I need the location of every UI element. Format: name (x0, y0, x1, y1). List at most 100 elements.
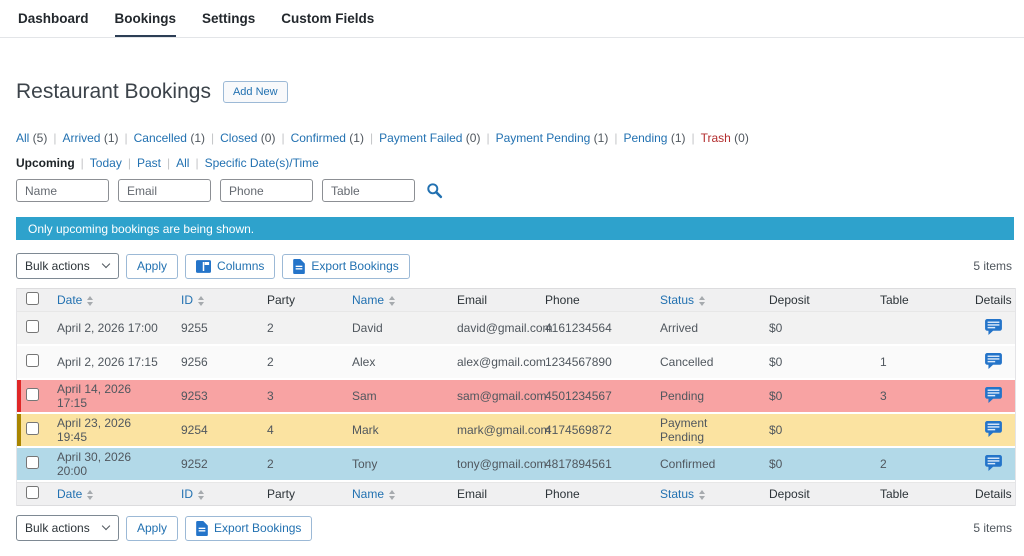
column-header-id[interactable]: ID (171, 482, 257, 506)
status-filter-count: (1) (667, 131, 686, 145)
details-comment-icon[interactable] (985, 352, 1002, 369)
search-button[interactable] (424, 182, 445, 199)
column-header-name[interactable]: Name (342, 288, 447, 312)
view-filter-today[interactable]: Today (90, 156, 122, 170)
nav-tab-custom-fields[interactable]: Custom Fields (281, 11, 374, 37)
search-icon (426, 182, 443, 199)
cell-email: tony@gmail.com (447, 448, 547, 482)
status-filter-payment-pending[interactable]: Payment Pending (1) (496, 131, 609, 145)
sort-asc-icon (699, 489, 706, 494)
apply-button[interactable]: Apply (126, 253, 179, 279)
column-header-email: Email (447, 482, 535, 506)
column-header-name[interactable]: Name (342, 482, 447, 506)
export-bookings-button-bottom[interactable]: Export Bookings (185, 515, 313, 541)
view-filter-upcoming[interactable]: Upcoming (16, 156, 75, 170)
cell-deposit: $0 (759, 380, 870, 414)
view-filter-past[interactable]: Past (137, 156, 161, 170)
apply-button-bottom[interactable]: Apply (126, 515, 179, 541)
row-select-checkbox[interactable] (26, 422, 39, 435)
column-header-label: Date (57, 487, 83, 501)
table-body: April 2, 2026 17:00 9255 2 David david@gmail… (17, 312, 1015, 482)
nav-tab-bookings[interactable]: Bookings (114, 11, 177, 37)
booking-row: April 2, 2026 17:15 9256 2 Alex alex@gmail.c… (17, 346, 1015, 380)
details-comment-icon[interactable] (985, 318, 1002, 335)
column-header-party: Party (257, 482, 342, 506)
sort-asc-icon (87, 489, 94, 494)
cell-deposit: $0 (759, 414, 870, 448)
details-comment-icon[interactable] (985, 420, 1002, 437)
sort-desc-icon (198, 301, 204, 306)
items-count-bottom: 5 items (973, 521, 1012, 535)
cell-status: Cancelled (650, 346, 759, 380)
column-header-table: Table (870, 482, 965, 506)
column-header-status[interactable]: Status (650, 482, 759, 506)
status-filter-label: All (16, 131, 30, 145)
table-filter-input[interactable] (322, 179, 415, 202)
status-filter-label: Payment Failed (379, 131, 463, 145)
column-header-label: Party (267, 293, 296, 307)
status-filter-count: (1) (345, 131, 364, 145)
cell-id: 9255 (171, 312, 257, 346)
view-filter-specific-date-s-time[interactable]: Specific Date(s)/Time (205, 156, 319, 170)
status-filter-all[interactable]: All (5) (16, 131, 47, 145)
booking-row: April 23, 2026 19:45 9254 4 Mark mark@gmail.… (17, 414, 1015, 448)
cell-party: 2 (257, 448, 342, 482)
column-header-id[interactable]: ID (171, 288, 257, 312)
email-filter-input[interactable] (118, 179, 211, 202)
sort-desc-icon (699, 495, 706, 500)
add-new-button[interactable]: Add New (222, 81, 288, 103)
column-header-label: Email (457, 293, 488, 307)
separator: | (281, 131, 285, 145)
phone-filter-input[interactable] (220, 179, 313, 202)
status-filter-cancelled[interactable]: Cancelled (1) (134, 131, 205, 145)
status-filter-closed[interactable]: Closed (0) (220, 131, 275, 145)
bulk-actions-select[interactable]: Bulk actions (16, 253, 119, 279)
toolbar-top: Bulk actions Apply Columns Export Bookin… (16, 253, 1014, 279)
column-header-details: Details (965, 482, 1015, 506)
status-filter-pending[interactable]: Pending (1) (623, 131, 685, 145)
column-header-date[interactable]: Date (47, 288, 171, 312)
select-all-checkbox[interactable] (26, 486, 39, 499)
view-filter-all[interactable]: All (176, 156, 189, 170)
column-header-date[interactable]: Date (47, 482, 171, 506)
row-select-cell (17, 346, 47, 380)
column-header-status[interactable]: Status (650, 288, 759, 312)
cell-table: 3 (870, 380, 965, 414)
sort-arrows-icon (198, 295, 204, 306)
bookings-page: Dashboard Bookings Settings Custom Fields R… (0, 0, 1024, 541)
cell-deposit: $0 (759, 312, 870, 346)
details-comment-icon[interactable] (985, 386, 1002, 403)
status-filter-confirmed[interactable]: Confirmed (1) (291, 131, 364, 145)
status-filter-trash[interactable]: Trash (0) (701, 131, 749, 145)
columns-button[interactable]: Columns (185, 253, 276, 279)
sort-asc-icon (699, 295, 706, 300)
name-filter-input[interactable] (16, 179, 109, 202)
cell-name: Sam (342, 380, 447, 414)
export-bookings-button[interactable]: Export Bookings (282, 253, 410, 279)
status-filter-payment-failed[interactable]: Payment Failed (0) (379, 131, 480, 145)
cell-party: 2 (257, 346, 342, 380)
status-filter-label: Cancelled (133, 131, 187, 145)
row-select-checkbox[interactable] (26, 456, 39, 469)
nav-tab-settings[interactable]: Settings (202, 11, 255, 37)
column-header-deposit: Deposit (759, 288, 870, 312)
header-row-bottom: Date ID Party Name Email Phone Status Deposit Ta… (17, 482, 1015, 506)
nav-tab-dashboard[interactable]: Dashboard (18, 11, 89, 37)
column-header-label: Date (57, 293, 83, 307)
row-select-checkbox[interactable] (26, 388, 39, 401)
bulk-actions-select-bottom[interactable]: Bulk actions (16, 515, 119, 541)
details-comment-icon[interactable] (985, 454, 1002, 471)
status-filter-arrived[interactable]: Arrived (1) (62, 131, 118, 145)
row-select-checkbox[interactable] (26, 320, 39, 333)
sort-desc-icon (389, 495, 396, 500)
select-all-checkbox[interactable] (26, 292, 39, 305)
sort-desc-icon (198, 495, 204, 500)
row-select-checkbox[interactable] (26, 354, 39, 367)
cell-id: 9254 (171, 414, 257, 448)
sort-asc-icon (389, 295, 396, 300)
status-filter-label: Arrived (62, 131, 101, 145)
content: Restaurant Bookings Add New All (5) | Arri… (0, 80, 1024, 541)
cell-phone: 4174569872 (535, 414, 650, 448)
column-header-label: Phone (545, 293, 580, 307)
row-select-cell (17, 448, 47, 482)
